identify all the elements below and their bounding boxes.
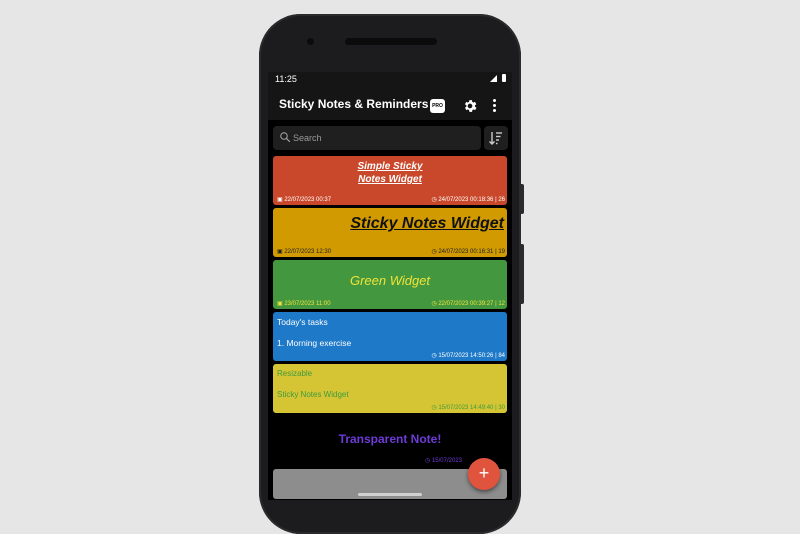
note-card[interactable]: Resizable Sticky Notes Widget ◷ 15/07/20… <box>273 364 507 413</box>
app-bar: Sticky Notes & Reminders PRO <box>268 86 512 120</box>
phone-frame: 11:25 Sticky Notes & Reminders PRO Searc… <box>259 14 524 534</box>
add-note-button[interactable]: + <box>468 458 500 490</box>
earpiece-speaker <box>345 38 437 45</box>
note-card[interactable]: Today's tasks 1. Morning exercise ◷ 15/0… <box>273 312 507 361</box>
note-updated-date: ◷ 15/07/2023 <box>425 458 462 464</box>
signal-icon <box>490 75 497 82</box>
note-updated-date: ◷ 24/07/2023 00:16:31 | 19 <box>431 249 505 255</box>
note-text-line: Resizable <box>277 369 313 378</box>
note-card[interactable]: Transparent Note! ◷ 15/07/2023 <box>273 416 507 466</box>
note-updated-date: ◷ 24/07/2023 00:18:36 | 26 <box>431 197 505 203</box>
note-text-line: Sticky Notes Widget <box>277 390 349 399</box>
search-bar[interactable] <box>273 126 481 150</box>
front-camera <box>307 38 314 45</box>
status-bar: 11:25 <box>268 72 512 86</box>
screen: 11:25 Sticky Notes & Reminders PRO Searc… <box>268 72 512 500</box>
sort-button[interactable] <box>484 126 508 150</box>
status-time: 11:25 <box>275 74 297 84</box>
volume-button <box>521 184 524 214</box>
note-card[interactable]: Simple Sticky Notes Widget ▣ 22/07/2023 … <box>273 156 507 205</box>
note-text-line: 1. Morning exercise <box>277 338 352 348</box>
note-title-line: Notes Widget <box>358 174 422 185</box>
note-card[interactable]: Green Widget ▣ 23/07/2023 11:00 ◷ 22/07/… <box>273 260 507 309</box>
note-title: Sticky Notes Widget <box>350 215 504 232</box>
gesture-bar <box>358 493 422 496</box>
note-updated-date: ◷ 15/07/2023 14:50:26 | 84 <box>431 353 505 359</box>
note-title: Transparent Note! <box>338 432 442 446</box>
notes-list: Simple Sticky Notes Widget ▣ 22/07/2023 … <box>273 156 507 500</box>
power-button <box>521 244 524 304</box>
note-text-line: Today's tasks <box>277 317 328 327</box>
note-title-line: Simple Sticky <box>357 161 423 172</box>
note-created-date: ▣ 23/07/2023 11:00 <box>277 301 331 307</box>
gear-icon[interactable] <box>462 98 478 114</box>
note-updated-date: ◷ 22/07/2023 00:39:27 | 12 <box>431 301 505 307</box>
note-created-date: ▣ 22/07/2023 12:30 <box>277 249 332 255</box>
note-created-date: ▣ 22/07/2023 00:37 <box>277 197 332 203</box>
battery-icon <box>502 74 506 82</box>
note-card[interactable]: Sticky Notes Widget ▣ 22/07/2023 12:30 ◷… <box>273 208 507 257</box>
search-input[interactable] <box>293 131 473 145</box>
note-title: Green Widget <box>349 273 431 288</box>
more-vert-icon[interactable] <box>493 99 497 113</box>
pro-badge-icon[interactable]: PRO <box>430 99 445 113</box>
sort-icon <box>489 132 502 145</box>
note-updated-date: ◷ 15/07/2023 14:49:40 | 30 <box>431 405 505 411</box>
search-icon <box>280 132 291 143</box>
app-title: Sticky Notes & Reminders <box>279 97 429 111</box>
note-title: Simple Sticky Notes Widget <box>273 160 507 186</box>
